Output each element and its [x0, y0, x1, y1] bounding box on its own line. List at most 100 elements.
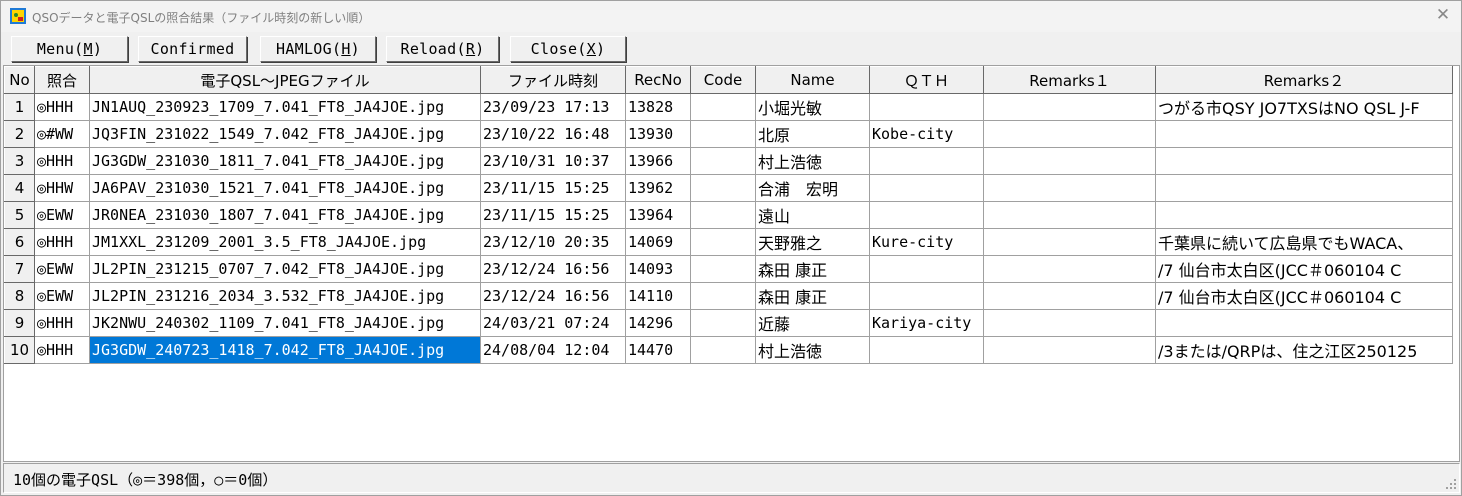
- match-cell[interactable]: ◎HHH: [34, 228, 90, 256]
- table-row[interactable]: 10 ◎HHH JG3GDW_240723_1418_7.042_FT8_JA4JO…: [4, 336, 1453, 364]
- code-cell[interactable]: [690, 201, 756, 229]
- code-cell[interactable]: [690, 174, 756, 202]
- qth-cell[interactable]: [869, 147, 984, 175]
- name-cell[interactable]: 遠山: [755, 201, 870, 229]
- recno-cell[interactable]: 13962: [625, 174, 691, 202]
- qth-cell[interactable]: [869, 336, 984, 364]
- code-cell[interactable]: [690, 93, 756, 121]
- remarks1-cell[interactable]: [983, 282, 1156, 310]
- match-cell[interactable]: ◎EWW: [34, 282, 90, 310]
- remarks2-cell[interactable]: つがる市QSY JO7TXSはNO QSL J-F: [1155, 93, 1453, 121]
- row-number[interactable]: 1: [4, 93, 35, 121]
- code-cell[interactable]: [690, 282, 756, 310]
- hamlog-button[interactable]: HAMLOG(H): [260, 36, 376, 62]
- recno-cell[interactable]: 13828: [625, 93, 691, 121]
- match-cell[interactable]: ◎EWW: [34, 255, 90, 283]
- row-number[interactable]: 8: [4, 282, 35, 310]
- remarks1-cell[interactable]: [983, 93, 1156, 121]
- table-row[interactable]: 3 ◎HHH JG3GDW_231030_1811_7.041_FT8_JA4JOE…: [4, 147, 1453, 175]
- qth-cell[interactable]: [869, 255, 984, 283]
- table-row[interactable]: 5 ◎EWW JR0NEA_231030_1807_7.041_FT8_JA4JOE…: [4, 201, 1453, 229]
- col-header-file[interactable]: 電子QSL～JPEGファイル: [89, 66, 481, 94]
- row-number[interactable]: 10: [4, 336, 35, 364]
- row-number[interactable]: 6: [4, 228, 35, 256]
- qth-cell[interactable]: [869, 174, 984, 202]
- time-cell[interactable]: 24/08/04 12:04: [480, 336, 626, 364]
- qth-cell[interactable]: Kobe-city: [869, 120, 984, 148]
- col-header-remarks2[interactable]: Remarks２: [1155, 66, 1453, 94]
- name-cell[interactable]: 近藤: [755, 309, 870, 337]
- qth-cell[interactable]: Kariya-city: [869, 309, 984, 337]
- time-cell[interactable]: 23/10/31 10:37: [480, 147, 626, 175]
- name-cell[interactable]: 天野雅之: [755, 228, 870, 256]
- file-cell[interactable]: JM1XXL_231209_2001_3.5_FT8_JA4JOE.jpg: [89, 228, 481, 256]
- col-header-qth[interactable]: ＱＴＨ: [869, 66, 984, 94]
- code-cell[interactable]: [690, 309, 756, 337]
- time-cell[interactable]: 23/12/10 20:35: [480, 228, 626, 256]
- file-cell[interactable]: JG3GDW_240723_1418_7.042_FT8_JA4JOE.jpg: [89, 336, 481, 364]
- time-cell[interactable]: 23/12/24 16:56: [480, 282, 626, 310]
- remarks1-cell[interactable]: [983, 228, 1156, 256]
- recno-cell[interactable]: 14110: [625, 282, 691, 310]
- table-row[interactable]: 2 ◎#WW JQ3FIN_231022_1549_7.042_FT8_JA4JOE…: [4, 120, 1453, 148]
- time-cell[interactable]: 24/03/21 07:24: [480, 309, 626, 337]
- remarks1-cell[interactable]: [983, 255, 1156, 283]
- table-row[interactable]: 9 ◎HHH JK2NWU_240302_1109_7.041_FT8_JA4JOE…: [4, 309, 1453, 337]
- time-cell[interactable]: 23/10/22 16:48: [480, 120, 626, 148]
- match-cell[interactable]: ◎#WW: [34, 120, 90, 148]
- table-row[interactable]: 8 ◎EWW JL2PIN_231216_2034_3.532_FT8_JA4JOE…: [4, 282, 1453, 310]
- row-number[interactable]: 2: [4, 120, 35, 148]
- row-number[interactable]: 9: [4, 309, 35, 337]
- match-cell[interactable]: ◎HHH: [34, 93, 90, 121]
- size-grip-icon[interactable]: [1445, 478, 1457, 490]
- time-cell[interactable]: 23/11/15 15:25: [480, 201, 626, 229]
- remarks2-cell[interactable]: [1155, 120, 1453, 148]
- recno-cell[interactable]: 14470: [625, 336, 691, 364]
- file-cell[interactable]: JL2PIN_231216_2034_3.532_FT8_JA4JOE.jpg: [89, 282, 481, 310]
- qsl-grid[interactable]: No 照合 電子QSL～JPEGファイル ファイル時刻 RecNo Code N…: [3, 65, 1460, 462]
- recno-cell[interactable]: 13964: [625, 201, 691, 229]
- recno-cell[interactable]: 14093: [625, 255, 691, 283]
- file-cell[interactable]: JA6PAV_231030_1521_7.041_FT8_JA4JOE.jpg: [89, 174, 481, 202]
- remarks2-cell[interactable]: /7 仙台市太白区(JCC＃060104 C: [1155, 282, 1453, 310]
- row-number[interactable]: 7: [4, 255, 35, 283]
- match-cell[interactable]: ◎HHH: [34, 336, 90, 364]
- name-cell[interactable]: 小堀光敏: [755, 93, 870, 121]
- match-cell[interactable]: ◎EWW: [34, 201, 90, 229]
- remarks1-cell[interactable]: [983, 120, 1156, 148]
- close-icon[interactable]: ✕: [1435, 6, 1451, 24]
- remarks1-cell[interactable]: [983, 336, 1156, 364]
- file-cell[interactable]: JN1AUQ_230923_1709_7.041_FT8_JA4JOE.jpg: [89, 93, 481, 121]
- recno-cell[interactable]: 13966: [625, 147, 691, 175]
- remarks2-cell[interactable]: /7 仙台市太白区(JCC＃060104 C: [1155, 255, 1453, 283]
- qth-cell[interactable]: [869, 201, 984, 229]
- remarks2-cell[interactable]: /3または/QRPは、住之江区250125: [1155, 336, 1453, 364]
- code-cell[interactable]: [690, 255, 756, 283]
- name-cell[interactable]: 村上浩徳: [755, 336, 870, 364]
- code-cell[interactable]: [690, 120, 756, 148]
- recno-cell[interactable]: 13930: [625, 120, 691, 148]
- col-header-match[interactable]: 照合: [34, 66, 90, 94]
- match-cell[interactable]: ◎HHW: [34, 174, 90, 202]
- remarks1-cell[interactable]: [983, 174, 1156, 202]
- col-header-name[interactable]: Name: [755, 66, 870, 94]
- col-header-remarks1[interactable]: Remarks１: [983, 66, 1156, 94]
- remarks2-cell[interactable]: [1155, 309, 1453, 337]
- code-cell[interactable]: [690, 336, 756, 364]
- remarks2-cell[interactable]: 千葉県に続いて広島県でもWACA、: [1155, 228, 1453, 256]
- remarks1-cell[interactable]: [983, 147, 1156, 175]
- name-cell[interactable]: 村上浩徳: [755, 147, 870, 175]
- name-cell[interactable]: 森田 康正: [755, 255, 870, 283]
- row-number[interactable]: 5: [4, 201, 35, 229]
- row-number[interactable]: 4: [4, 174, 35, 202]
- table-row[interactable]: 1 ◎HHH JN1AUQ_230923_1709_7.041_FT8_JA4JOE…: [4, 93, 1453, 121]
- remarks2-cell[interactable]: [1155, 147, 1453, 175]
- remarks2-cell[interactable]: [1155, 201, 1453, 229]
- col-header-code[interactable]: Code: [690, 66, 756, 94]
- table-row[interactable]: 6 ◎HHH JM1XXL_231209_2001_3.5_FT8_JA4JOE.j…: [4, 228, 1453, 256]
- col-header-time[interactable]: ファイル時刻: [480, 66, 626, 94]
- match-cell[interactable]: ◎HHH: [34, 147, 90, 175]
- recno-cell[interactable]: 14296: [625, 309, 691, 337]
- recno-cell[interactable]: 14069: [625, 228, 691, 256]
- file-cell[interactable]: JQ3FIN_231022_1549_7.042_FT8_JA4JOE.jpg: [89, 120, 481, 148]
